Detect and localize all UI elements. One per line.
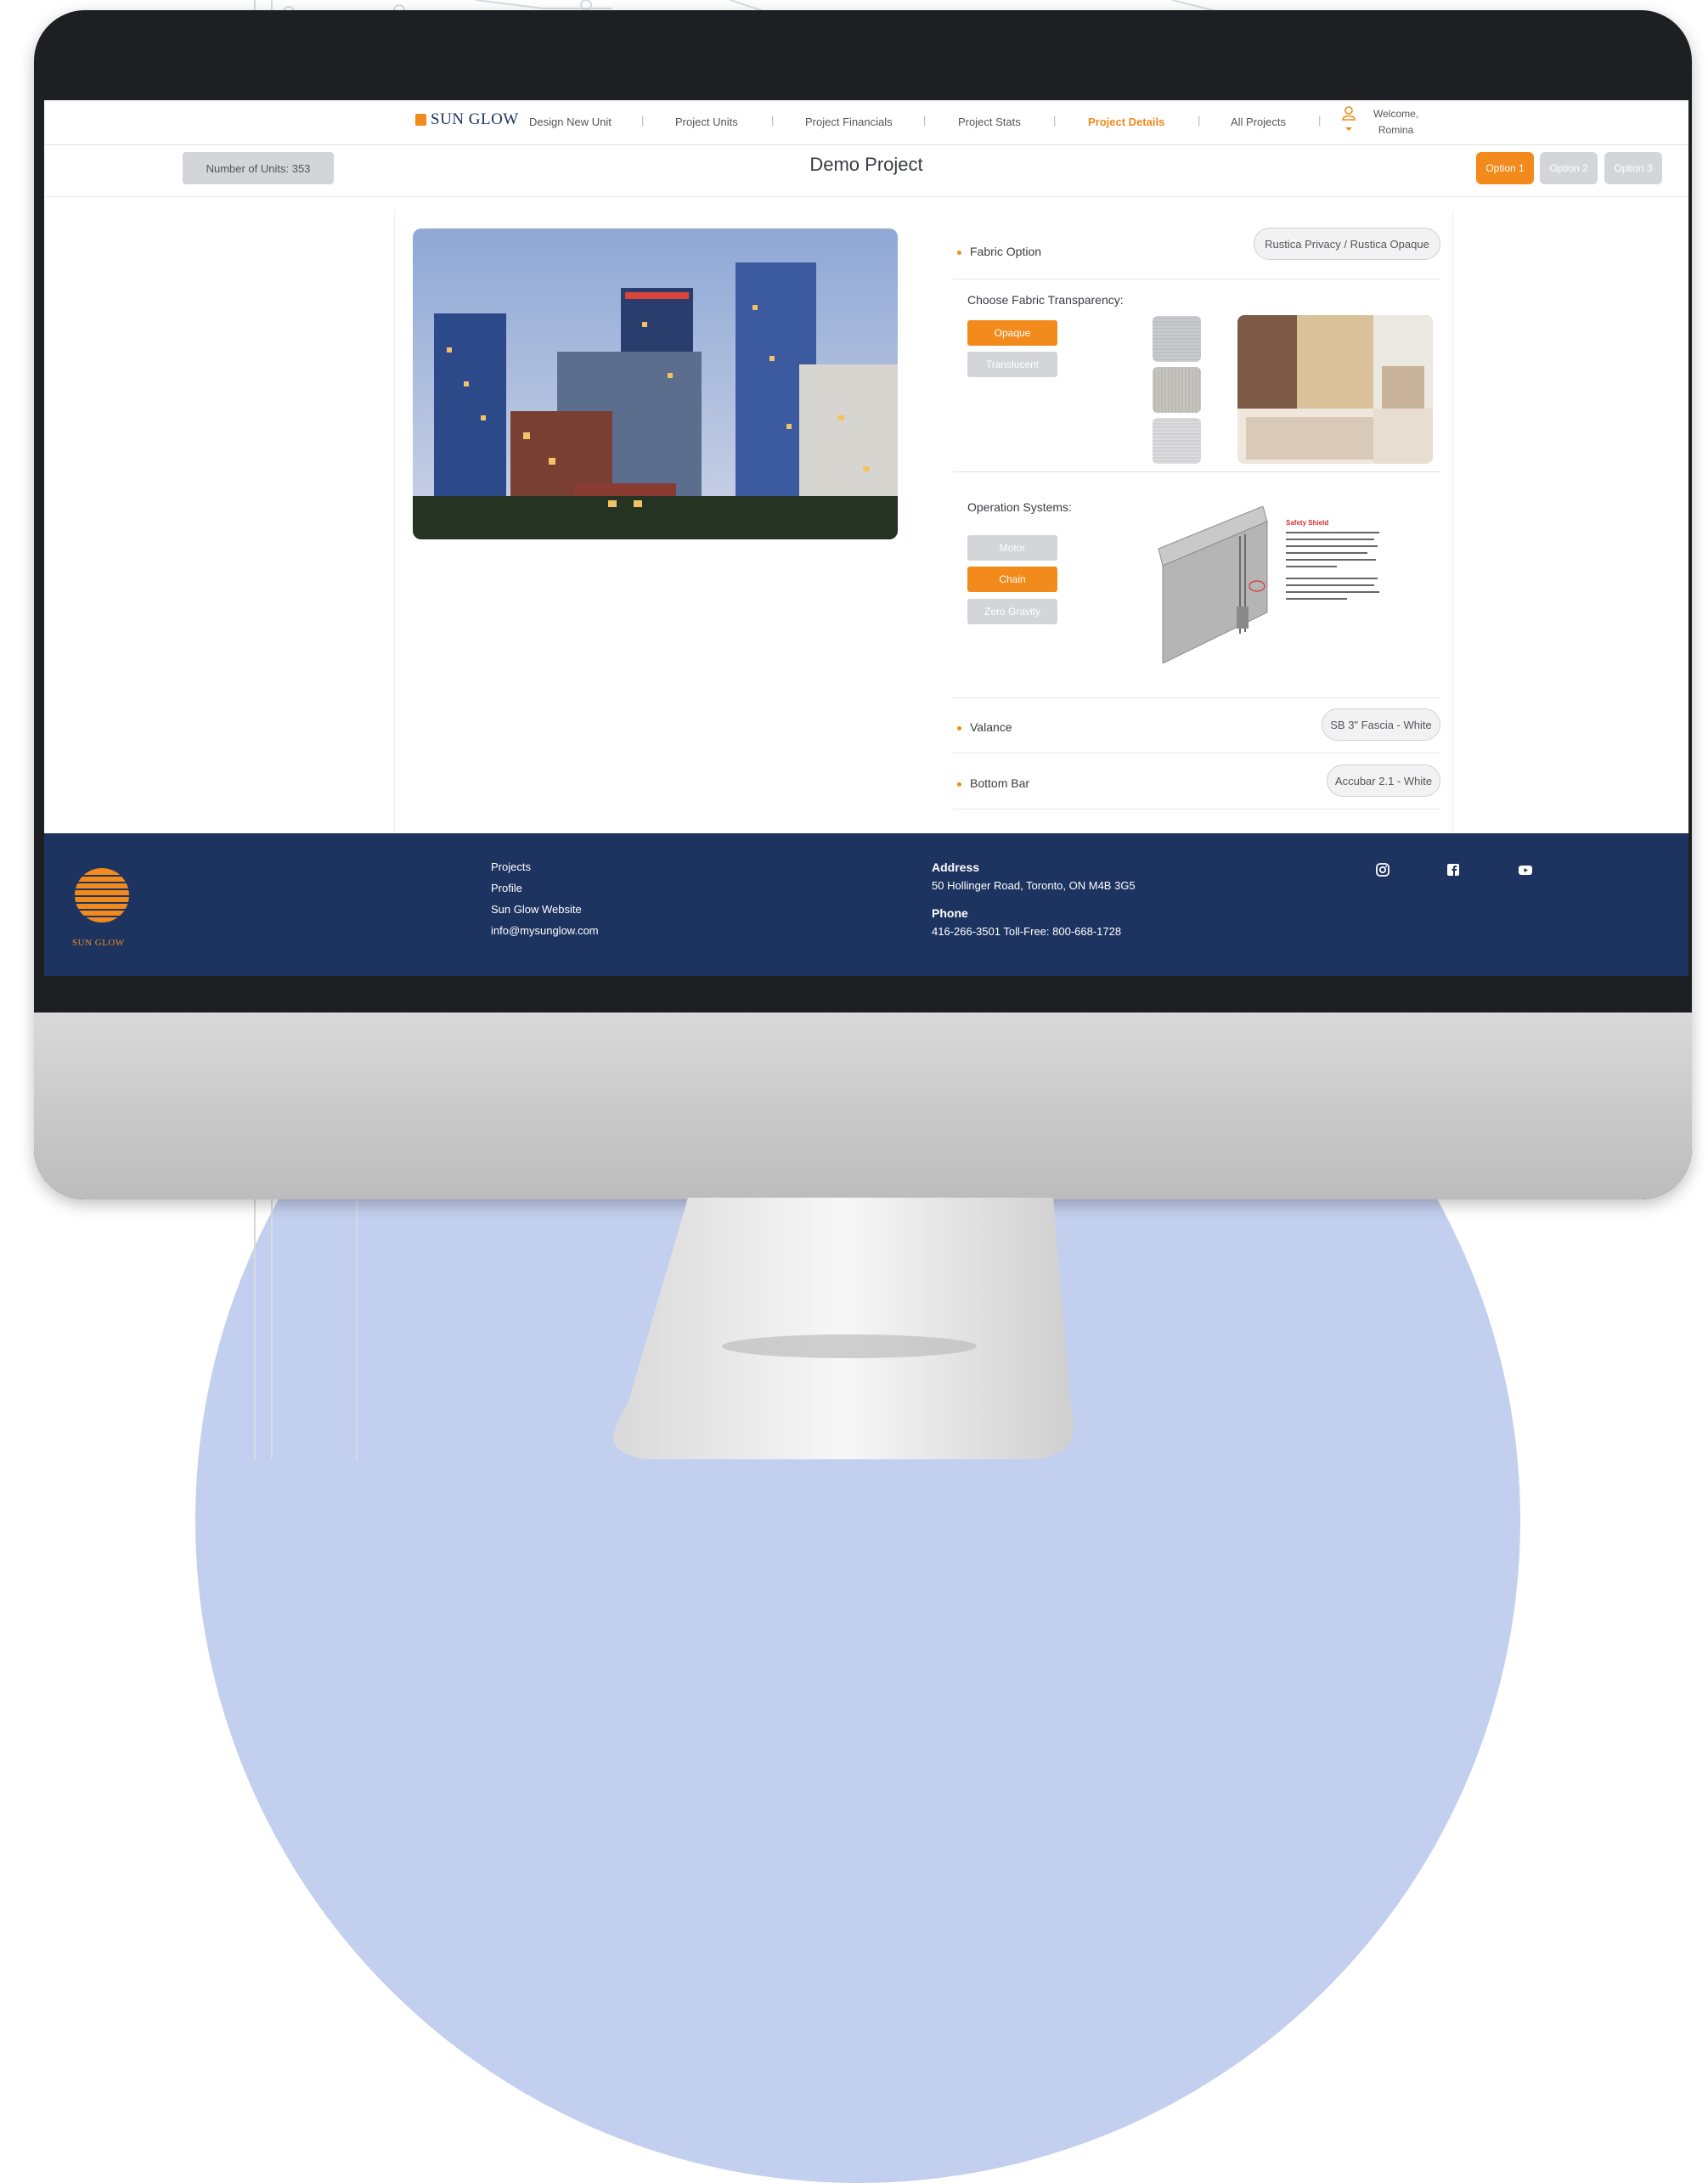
nav-project-stats[interactable]: Project Stats bbox=[958, 116, 1021, 128]
nav-separator: | bbox=[923, 114, 927, 127]
fabric-option-label: Fabric Option bbox=[970, 245, 1042, 258]
user-name: Romina bbox=[1378, 124, 1414, 136]
facebook-icon[interactable] bbox=[1446, 862, 1461, 877]
nav-project-details[interactable]: Project Details bbox=[1088, 116, 1164, 128]
fabric-option-row: Fabric Option Rustica Privacy / Rustica … bbox=[953, 228, 1440, 279]
nav-separator: | bbox=[1198, 114, 1201, 127]
option-3-button[interactable]: Option 3 bbox=[1604, 152, 1662, 184]
transparency-title: Choose Fabric Transparency: bbox=[967, 293, 1124, 307]
bullet-icon bbox=[957, 782, 961, 787]
safety-shield-title: Safety Shield bbox=[1286, 519, 1328, 527]
address-heading: Address bbox=[932, 860, 980, 874]
fabric-swatch-3[interactable] bbox=[1153, 418, 1201, 464]
section-divider bbox=[953, 697, 1440, 698]
brand-name: SUN GLOW bbox=[431, 110, 519, 128]
fabric-option-value[interactable]: Rustica Privacy / Rustica Opaque bbox=[1254, 228, 1440, 260]
sun-glow-logo-icon bbox=[72, 868, 132, 922]
footer-link-email[interactable]: info@mysunglow.com bbox=[491, 924, 599, 937]
footer-logo-text: SUN GLOW bbox=[72, 938, 125, 948]
bottom-bar-label: Bottom Bar bbox=[970, 776, 1030, 790]
instagram-icon[interactable] bbox=[1375, 862, 1390, 877]
translucent-button[interactable]: Translucent bbox=[967, 352, 1057, 377]
fabric-swatch-1[interactable] bbox=[1153, 316, 1201, 362]
motor-button[interactable]: Motor bbox=[967, 535, 1057, 561]
address-text: 50 Hollinger Road, Toronto, ON M4B 3G5 bbox=[932, 879, 1136, 892]
nav-project-financials[interactable]: Project Financials bbox=[805, 116, 893, 128]
bullet-icon bbox=[957, 726, 961, 730]
footer-link-website[interactable]: Sun Glow Website bbox=[491, 903, 582, 916]
valance-value[interactable]: SB 3" Fascia - White bbox=[1322, 708, 1440, 741]
units-count-chip: Number of Units: 353 bbox=[183, 152, 334, 184]
footer-link-projects[interactable]: Projects bbox=[491, 860, 531, 873]
nav-separator: | bbox=[771, 114, 775, 127]
footer: SUN GLOW Projects Profile Sun Glow Websi… bbox=[44, 833, 1688, 976]
bottom-bar-row: Bottom Bar Accubar 2.1 - White bbox=[953, 759, 1440, 809]
section-divider bbox=[953, 471, 1440, 472]
opaque-button[interactable]: Opaque bbox=[967, 320, 1057, 346]
building-photo bbox=[413, 228, 898, 539]
nav-separator: | bbox=[1053, 114, 1057, 127]
phone-text: 416-266-3501 Toll-Free: 800-668-1728 bbox=[932, 925, 1122, 938]
nav-all-projects[interactable]: All Projects bbox=[1231, 116, 1286, 128]
user-icon[interactable] bbox=[1341, 105, 1356, 134]
room-preview-photo bbox=[1237, 315, 1433, 464]
monitor-frame: SUN GLOW Design New Unit | Project Units… bbox=[34, 10, 1692, 1199]
top-nav: SUN GLOW Design New Unit | Project Units… bbox=[44, 100, 1688, 145]
page-title: Demo Project bbox=[809, 154, 923, 175]
zero-gravity-button[interactable]: Zero Gravity bbox=[967, 599, 1057, 624]
operation-systems-title: Operation Systems: bbox=[967, 500, 1072, 514]
project-header: Number of Units: 353 Demo Project Option… bbox=[44, 145, 1688, 197]
monitor-chin bbox=[34, 1013, 1692, 1199]
valance-label: Valance bbox=[970, 720, 1012, 734]
monitor-stand bbox=[613, 1198, 1074, 1459]
brand-logo[interactable]: SUN GLOW bbox=[415, 110, 519, 129]
fabric-swatch-2[interactable] bbox=[1153, 367, 1201, 413]
nav-separator: | bbox=[641, 114, 645, 127]
chain-button[interactable]: Chain bbox=[967, 567, 1057, 592]
content-divider-left bbox=[394, 211, 395, 933]
welcome-text: Welcome, bbox=[1373, 108, 1419, 120]
valance-row: Valance SB 3" Fascia - White bbox=[953, 703, 1440, 753]
welcome-user[interactable]: Welcome, Romina bbox=[1373, 106, 1418, 138]
phone-heading: Phone bbox=[932, 906, 968, 920]
footer-link-profile[interactable]: Profile bbox=[491, 882, 522, 894]
bottom-bar-value[interactable]: Accubar 2.1 - White bbox=[1327, 764, 1440, 797]
roller-shade-diagram: Safety Shield bbox=[1158, 506, 1379, 663]
logo-square-icon bbox=[415, 114, 426, 126]
option-1-button[interactable]: Option 1 bbox=[1476, 152, 1534, 184]
app-screen: SUN GLOW Design New Unit | Project Units… bbox=[44, 100, 1688, 976]
nav-separator: | bbox=[1318, 114, 1322, 127]
bullet-icon bbox=[957, 251, 961, 255]
nav-design-new-unit[interactable]: Design New Unit bbox=[529, 116, 612, 128]
option-2-button[interactable]: Option 2 bbox=[1540, 152, 1598, 184]
youtube-icon[interactable] bbox=[1518, 862, 1533, 877]
nav-project-units[interactable]: Project Units bbox=[675, 116, 738, 128]
